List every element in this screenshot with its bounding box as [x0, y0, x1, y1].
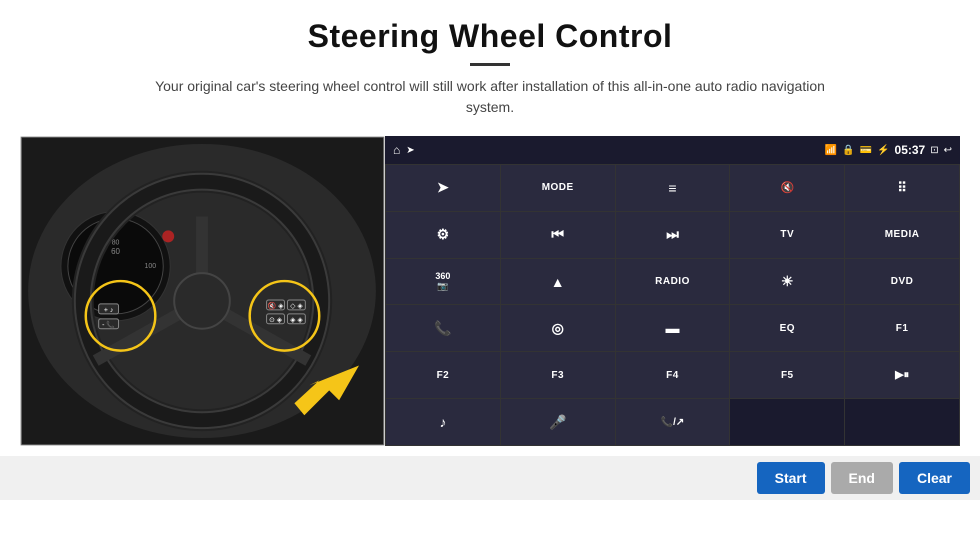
dvd-label: DVD: [891, 276, 914, 287]
radio-label: RADIO: [655, 276, 690, 287]
navigate-icon: ➤: [406, 145, 414, 156]
start-button[interactable]: Start: [757, 462, 825, 494]
btn-dvd[interactable]: DVD: [845, 259, 959, 305]
prev-icon: ⏮: [551, 226, 564, 243]
btn-call[interactable]: 📞/↗: [616, 399, 730, 445]
steering-wheel-image: 60 80 100 40: [20, 136, 385, 446]
subtitle: Your original car's steering wheel contr…: [140, 76, 840, 118]
bluetooth-icon: ⚡: [877, 145, 889, 156]
btn-prev[interactable]: ⏮: [501, 212, 615, 258]
svg-text:80: 80: [112, 239, 120, 246]
btn-mic[interactable]: 🎤: [501, 399, 615, 445]
music-icon: ♪: [439, 414, 446, 430]
phone-icon: 📞: [434, 320, 451, 337]
home-icon: ⌂: [393, 143, 400, 157]
control-panel: ⌂ ➤ 📶 🔒 💳 ⚡ 05:37 ⊡ ↩: [385, 136, 960, 446]
next-icon: ⏭: [666, 226, 679, 243]
btn-media[interactable]: MEDIA: [845, 212, 959, 258]
buttons-grid: ➤ MODE ≡ 🔇 ⠿ ⚙ ⏮: [385, 164, 960, 446]
bottom-bar: Start End Clear: [0, 456, 980, 500]
btn-360[interactable]: 360📷: [386, 259, 500, 305]
btn-mode[interactable]: MODE: [501, 165, 615, 211]
btn-radio[interactable]: RADIO: [616, 259, 730, 305]
btn-phone[interactable]: 📞: [386, 305, 500, 351]
btn-empty2: [845, 399, 959, 445]
btn-f4[interactable]: F4: [616, 352, 730, 398]
back-icon: ↩: [944, 145, 952, 156]
clear-button[interactable]: Clear: [899, 462, 970, 494]
btn-f1[interactable]: F1: [845, 305, 959, 351]
apps-icon: ⠿: [897, 180, 907, 196]
btn-settings[interactable]: ⚙: [386, 212, 500, 258]
tv-label: TV: [780, 229, 794, 240]
svg-text:- 📞: - 📞: [102, 320, 115, 329]
wifi-icon: 📶: [825, 145, 837, 156]
playpause-icon: ▶⏸: [895, 368, 909, 382]
btn-map[interactable]: ◎: [501, 305, 615, 351]
header-section: Steering Wheel Control Your original car…: [0, 0, 980, 128]
f2-label: F2: [437, 370, 450, 381]
btn-f5[interactable]: F5: [730, 352, 844, 398]
settings-icon: ⚙: [437, 226, 450, 243]
f1-label: F1: [896, 323, 909, 334]
screenshot-icon: ⊡: [930, 145, 938, 156]
sd-icon: 💳: [860, 145, 872, 156]
lock-icon: 🔒: [842, 145, 854, 156]
image-area: 60 80 100 40: [20, 136, 385, 456]
call-icon: 📞/↗: [661, 417, 685, 428]
f4-label: F4: [666, 370, 679, 381]
f5-label: F5: [781, 370, 794, 381]
btn-next[interactable]: ⏭: [616, 212, 730, 258]
f3-label: F3: [551, 370, 564, 381]
svg-text:◇ ◈: ◇ ◈: [290, 303, 303, 310]
svg-text:+ ♪: + ♪: [104, 307, 113, 314]
eject-icon: ▲: [551, 274, 565, 290]
page-title: Steering Wheel Control: [20, 18, 960, 55]
btn-brightness[interactable]: ☀: [730, 259, 844, 305]
btn-mute[interactable]: 🔇: [730, 165, 844, 211]
svg-text:60: 60: [111, 247, 120, 256]
svg-text:100: 100: [145, 263, 157, 270]
mic-icon: 🎤: [549, 414, 566, 431]
eq-label: EQ: [780, 323, 795, 334]
title-divider: [470, 63, 510, 66]
btn-music[interactable]: ♪: [386, 399, 500, 445]
bar-icon: ▬: [665, 320, 679, 336]
svg-text:◈ ◈: ◈ ◈: [290, 317, 303, 324]
svg-text:⊙ ◈: ⊙ ◈: [269, 317, 283, 324]
mute-icon: 🔇: [780, 181, 794, 194]
btn-list[interactable]: ≡: [616, 165, 730, 211]
btn-eject[interactable]: ▲: [501, 259, 615, 305]
svg-text:🔇 ◈: 🔇 ◈: [268, 301, 285, 310]
status-left: ⌂ ➤: [393, 143, 415, 157]
page-container: Steering Wheel Control Your original car…: [0, 0, 980, 544]
btn-f3[interactable]: F3: [501, 352, 615, 398]
brightness-icon: ☀: [781, 273, 794, 290]
list-icon: ≡: [668, 180, 676, 196]
btn-eq[interactable]: EQ: [730, 305, 844, 351]
btn-apps[interactable]: ⠿: [845, 165, 959, 211]
navigate-arrow-icon: ➤: [437, 179, 449, 196]
map-icon: ◎: [552, 320, 564, 337]
btn-tv[interactable]: TV: [730, 212, 844, 258]
btn-f2[interactable]: F2: [386, 352, 500, 398]
mode-label: MODE: [542, 182, 574, 193]
btn-playpause[interactable]: ▶⏸: [845, 352, 959, 398]
status-icons: 📶 🔒 💳 ⚡ 05:37 ⊡ ↩: [825, 143, 952, 157]
status-bar: ⌂ ➤ 📶 🔒 💳 ⚡ 05:37 ⊡ ↩: [385, 136, 960, 164]
camera-360-icon: 360📷: [435, 271, 450, 292]
status-time: 05:37: [895, 143, 926, 157]
btn-navigate[interactable]: ➤: [386, 165, 500, 211]
end-button[interactable]: End: [831, 462, 893, 494]
media-label: MEDIA: [885, 229, 920, 240]
btn-empty1: [730, 399, 844, 445]
btn-bar[interactable]: ▬: [616, 305, 730, 351]
content-area: 60 80 100 40: [0, 128, 980, 456]
